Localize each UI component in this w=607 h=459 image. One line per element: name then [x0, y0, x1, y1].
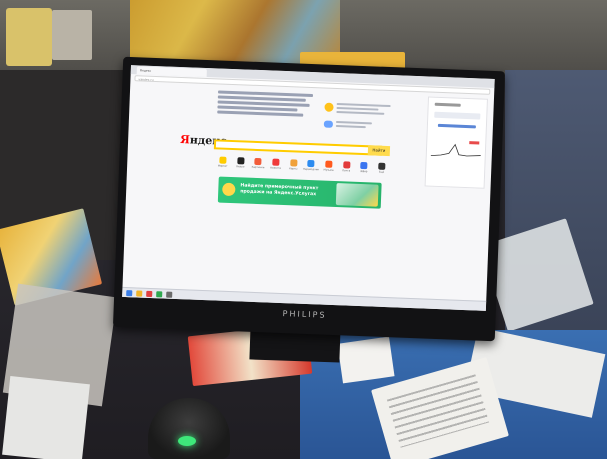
app-icon-2[interactable]	[166, 291, 173, 298]
service-label: Музыка	[323, 168, 334, 172]
news-line[interactable]	[217, 110, 304, 117]
service-item[interactable]: Музыка	[323, 160, 335, 175]
rates-lines	[335, 120, 396, 131]
box-stack	[6, 8, 52, 66]
monitor: Яндекс yandex.ru Яндекс Найти Маркет Вид…	[112, 56, 506, 342]
rates-line	[335, 124, 366, 129]
banner-check-icon	[222, 182, 236, 197]
service-item[interactable]: Карты	[288, 159, 300, 173]
service-icon	[236, 157, 245, 165]
banner-illustration	[335, 183, 379, 207]
service-item[interactable]: Почта	[341, 161, 353, 175]
service-item[interactable]: Эфир	[358, 161, 370, 176]
service-icon	[289, 159, 298, 167]
search-button[interactable]: Найти	[367, 145, 391, 157]
price-tags	[337, 336, 395, 384]
service-item[interactable]: Ещё	[376, 162, 388, 177]
logo-first-letter: Я	[179, 133, 191, 147]
start-icon[interactable]	[126, 290, 133, 297]
service-icon	[360, 161, 368, 170]
app-icon[interactable]	[156, 291, 163, 298]
service-label: Видео	[236, 165, 245, 169]
service-icon	[325, 160, 333, 168]
weather-widget	[323, 95, 404, 138]
box-stack-2	[52, 10, 92, 60]
rates-line	[335, 120, 372, 125]
service-label: Ещё	[378, 170, 385, 174]
panel-title-line	[434, 102, 461, 107]
cloud-icon	[323, 120, 334, 128]
service-label: Карты	[289, 167, 298, 171]
bottom-left-paper	[2, 376, 90, 459]
banner-text: Найдите примерочный пункт продажи на Янд…	[240, 183, 319, 198]
search-input[interactable]	[213, 139, 383, 156]
service-item[interactable]: Переводчик	[302, 159, 319, 174]
services-row: Маркет Видео Картинки Новости Карты Переводчи…	[217, 156, 387, 177]
panel-link[interactable]	[437, 123, 476, 129]
scanner-led-icon	[178, 436, 196, 446]
barcode-scanner	[148, 398, 230, 459]
service-icon	[219, 156, 227, 164]
sun-icon	[324, 102, 334, 112]
service-label: Маркет	[217, 164, 228, 168]
service-label: Картинки	[251, 165, 265, 170]
sparkline-chart	[430, 141, 481, 157]
login-button[interactable]	[434, 111, 481, 120]
service-icon	[342, 161, 351, 169]
promo-banner[interactable]: Найдите примерочный пункт продажи на Янд…	[217, 176, 382, 209]
service-item[interactable]: Картинки	[251, 157, 265, 172]
service-label: Новости	[270, 166, 282, 170]
service-icon	[272, 158, 280, 166]
news-block	[217, 90, 318, 134]
service-label: Переводчик	[302, 167, 319, 172]
service-item[interactable]: Маркет	[217, 156, 229, 170]
browser-icon[interactable]	[146, 290, 153, 298]
screen: Яндекс yandex.ru Яндекс Найти Маркет Вид…	[122, 65, 495, 311]
service-item[interactable]: Новости	[270, 158, 282, 172]
weather-line	[336, 110, 385, 115]
service-label: Почта	[342, 169, 351, 173]
explorer-icon[interactable]	[136, 290, 143, 297]
service-icon	[307, 159, 315, 168]
service-icon	[254, 157, 262, 166]
weather-line	[336, 106, 379, 111]
account-panel	[424, 96, 488, 189]
service-label: Эфир	[360, 169, 368, 174]
service-icon	[378, 162, 386, 170]
weather-lines	[336, 102, 396, 117]
service-item[interactable]: Видео	[235, 157, 247, 171]
